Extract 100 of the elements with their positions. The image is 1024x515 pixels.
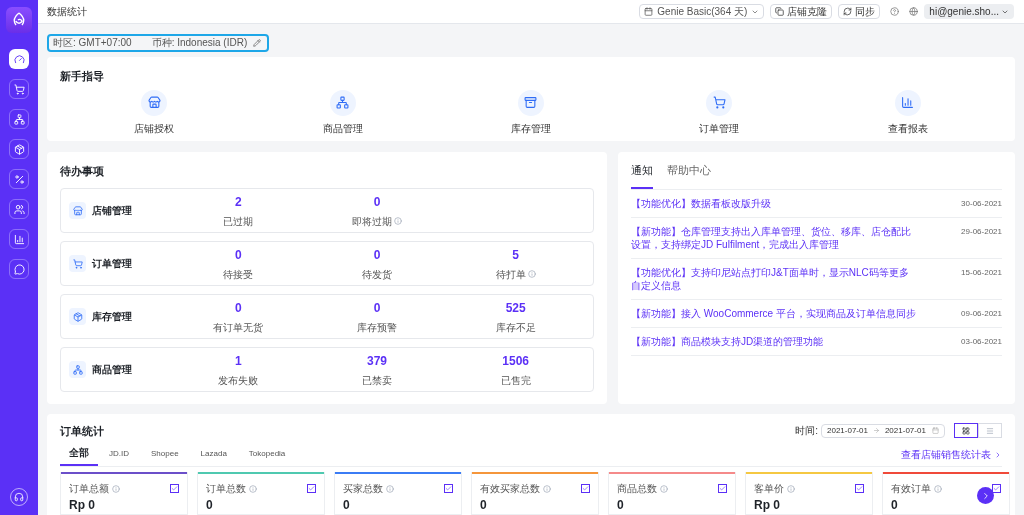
platform-tab[interactable]: Shopee xyxy=(140,448,190,466)
stat-checkbox[interactable] xyxy=(718,484,727,493)
stat-label: 订单总数 xyxy=(206,482,246,496)
todo-count[interactable]: 2 xyxy=(235,193,242,211)
calendar-icon xyxy=(644,7,654,16)
stat-checkbox[interactable] xyxy=(992,484,1001,493)
todo-label: 待发货 xyxy=(362,268,392,282)
box-icon xyxy=(72,312,83,322)
account-dropdown[interactable]: hi@genie.sho... xyxy=(924,4,1014,19)
notice-date: 09-06-2021 xyxy=(961,308,1002,321)
list-icon xyxy=(986,426,994,435)
notice-date: 29-06-2021 xyxy=(961,226,1002,239)
copy-icon xyxy=(775,7,785,16)
guide-label[interactable]: 店铺授权 xyxy=(134,120,175,136)
stat-checkbox[interactable] xyxy=(855,484,864,493)
calendar-icon xyxy=(932,427,939,435)
sales-report-link[interactable]: 查看店铺销售统计表 xyxy=(901,447,1002,462)
todo-label: 发布失败 xyxy=(218,374,259,388)
platform-tab[interactable]: Lazada xyxy=(189,448,238,466)
clone-button[interactable]: 店铺克隆 xyxy=(770,4,833,19)
todo-count[interactable]: 525 xyxy=(505,299,526,317)
stat-value: Rp 0 xyxy=(753,497,781,512)
notice-link[interactable]: 【功能优化】数据看板改版升级 xyxy=(631,197,916,211)
guide-label[interactable]: 库存管理 xyxy=(511,120,551,136)
sidebar-item[interactable] xyxy=(9,259,29,279)
help-icon[interactable] xyxy=(890,7,900,16)
time-label: 时间: xyxy=(795,424,818,439)
todo-count[interactable]: 0 xyxy=(373,246,381,264)
notice-tab[interactable]: 帮助中心 xyxy=(667,162,711,190)
todo-count[interactable]: 0 xyxy=(235,246,242,264)
todo-count[interactable]: 1506 xyxy=(502,352,529,370)
guide-label[interactable]: 商品管理 xyxy=(322,120,363,136)
sidebar-item[interactable] xyxy=(9,199,29,219)
todo-label: 即将过期 xyxy=(352,215,392,229)
stat-label: 商品总数 xyxy=(617,482,657,496)
bar-chart-icon xyxy=(901,96,915,109)
section-title: 订单统计 xyxy=(60,423,104,439)
logo-icon xyxy=(6,7,32,33)
percent-icon xyxy=(13,173,25,185)
todo-count[interactable]: 0 xyxy=(235,299,242,317)
stat-label: 有效买家总数 xyxy=(480,482,540,496)
next-button[interactable] xyxy=(977,487,994,504)
todo-label: 有订单无货 xyxy=(213,321,264,335)
section-title: 新手指导 xyxy=(60,69,105,84)
sitemap-icon xyxy=(13,113,25,125)
edit-icon[interactable] xyxy=(253,38,262,47)
notice-link[interactable]: 【新功能】仓库管理支持出入库单管理、货位、移库、店仓配比设置，支持绑定JD Fulfilment，完成出入库管理 xyxy=(631,225,916,252)
notice-link[interactable]: 【新功能】商品模块支持JD渠道的管理功能 xyxy=(631,335,916,349)
check-icon xyxy=(171,485,178,492)
todo-label: 已售完 xyxy=(500,374,531,388)
notice-link[interactable]: 【新功能】接入 WooCommerce 平台，实现商品及订单信息同步 xyxy=(631,307,916,321)
stat-checkbox[interactable] xyxy=(170,484,179,493)
date-range-field[interactable]: 2021-07-01 2021-07-01 xyxy=(821,423,945,438)
sidebar-item[interactable] xyxy=(9,79,29,99)
stat-value: 0 xyxy=(616,497,625,512)
tray-icon xyxy=(524,96,538,109)
plan-dropdown[interactable]: Genie Basic(364 天) xyxy=(639,4,765,19)
check-icon xyxy=(719,485,726,492)
notice-link[interactable]: 【功能优化】支持印尼站点打印J&T面单时，显示NLC码等更多自定义信息 xyxy=(631,266,916,293)
stat-checkbox[interactable] xyxy=(581,484,590,493)
arrow-right-icon xyxy=(872,427,880,435)
guide-label[interactable]: 订单管理 xyxy=(699,120,740,136)
stat-value: 0 xyxy=(342,497,351,512)
globe-icon[interactable] xyxy=(909,7,919,16)
cart-icon xyxy=(13,83,25,95)
section-title: 待办事项 xyxy=(60,164,105,179)
sidebar-item[interactable] xyxy=(9,139,29,159)
platform-tab[interactable]: JD.ID xyxy=(98,448,140,466)
sidebar-item[interactable] xyxy=(9,169,29,189)
todo-count[interactable]: 0 xyxy=(373,299,381,317)
chat-icon xyxy=(13,263,25,275)
todo-count[interactable]: 1 xyxy=(235,352,242,370)
stat-value: 0 xyxy=(890,497,899,512)
grid-icon xyxy=(962,426,970,435)
sidebar-item[interactable] xyxy=(9,49,29,69)
gauge-icon xyxy=(13,53,25,65)
todo-count[interactable]: 5 xyxy=(512,246,519,264)
todo-group-title: 订单管理 xyxy=(92,257,132,272)
view-toggle[interactable] xyxy=(954,423,978,439)
stat-value: Rp 0 xyxy=(68,497,96,512)
guide-label[interactable]: 查看报表 xyxy=(887,120,928,136)
check-icon xyxy=(582,485,589,492)
notice-tab[interactable]: 通知 xyxy=(631,162,653,190)
store-icon xyxy=(147,96,161,109)
todo-group-title: 商品管理 xyxy=(92,363,132,378)
todo-count[interactable]: 379 xyxy=(366,352,387,370)
stat-value: 0 xyxy=(479,497,488,512)
cart-icon xyxy=(712,96,726,109)
sidebar-item[interactable] xyxy=(9,229,29,249)
refresh-icon xyxy=(843,7,853,16)
todo-count[interactable]: 0 xyxy=(373,193,381,211)
todo-label: 库存不足 xyxy=(495,321,536,335)
box-icon xyxy=(13,143,25,155)
sync-button[interactable]: 同步 xyxy=(838,4,881,19)
stat-checkbox[interactable] xyxy=(307,484,316,493)
platform-tab[interactable]: 全部 xyxy=(60,445,98,466)
notice-date: 03-06-2021 xyxy=(961,336,1002,349)
platform-tab[interactable]: Tokopedia xyxy=(237,448,297,466)
sidebar-item[interactable] xyxy=(9,109,29,129)
stat-checkbox[interactable] xyxy=(444,484,453,493)
